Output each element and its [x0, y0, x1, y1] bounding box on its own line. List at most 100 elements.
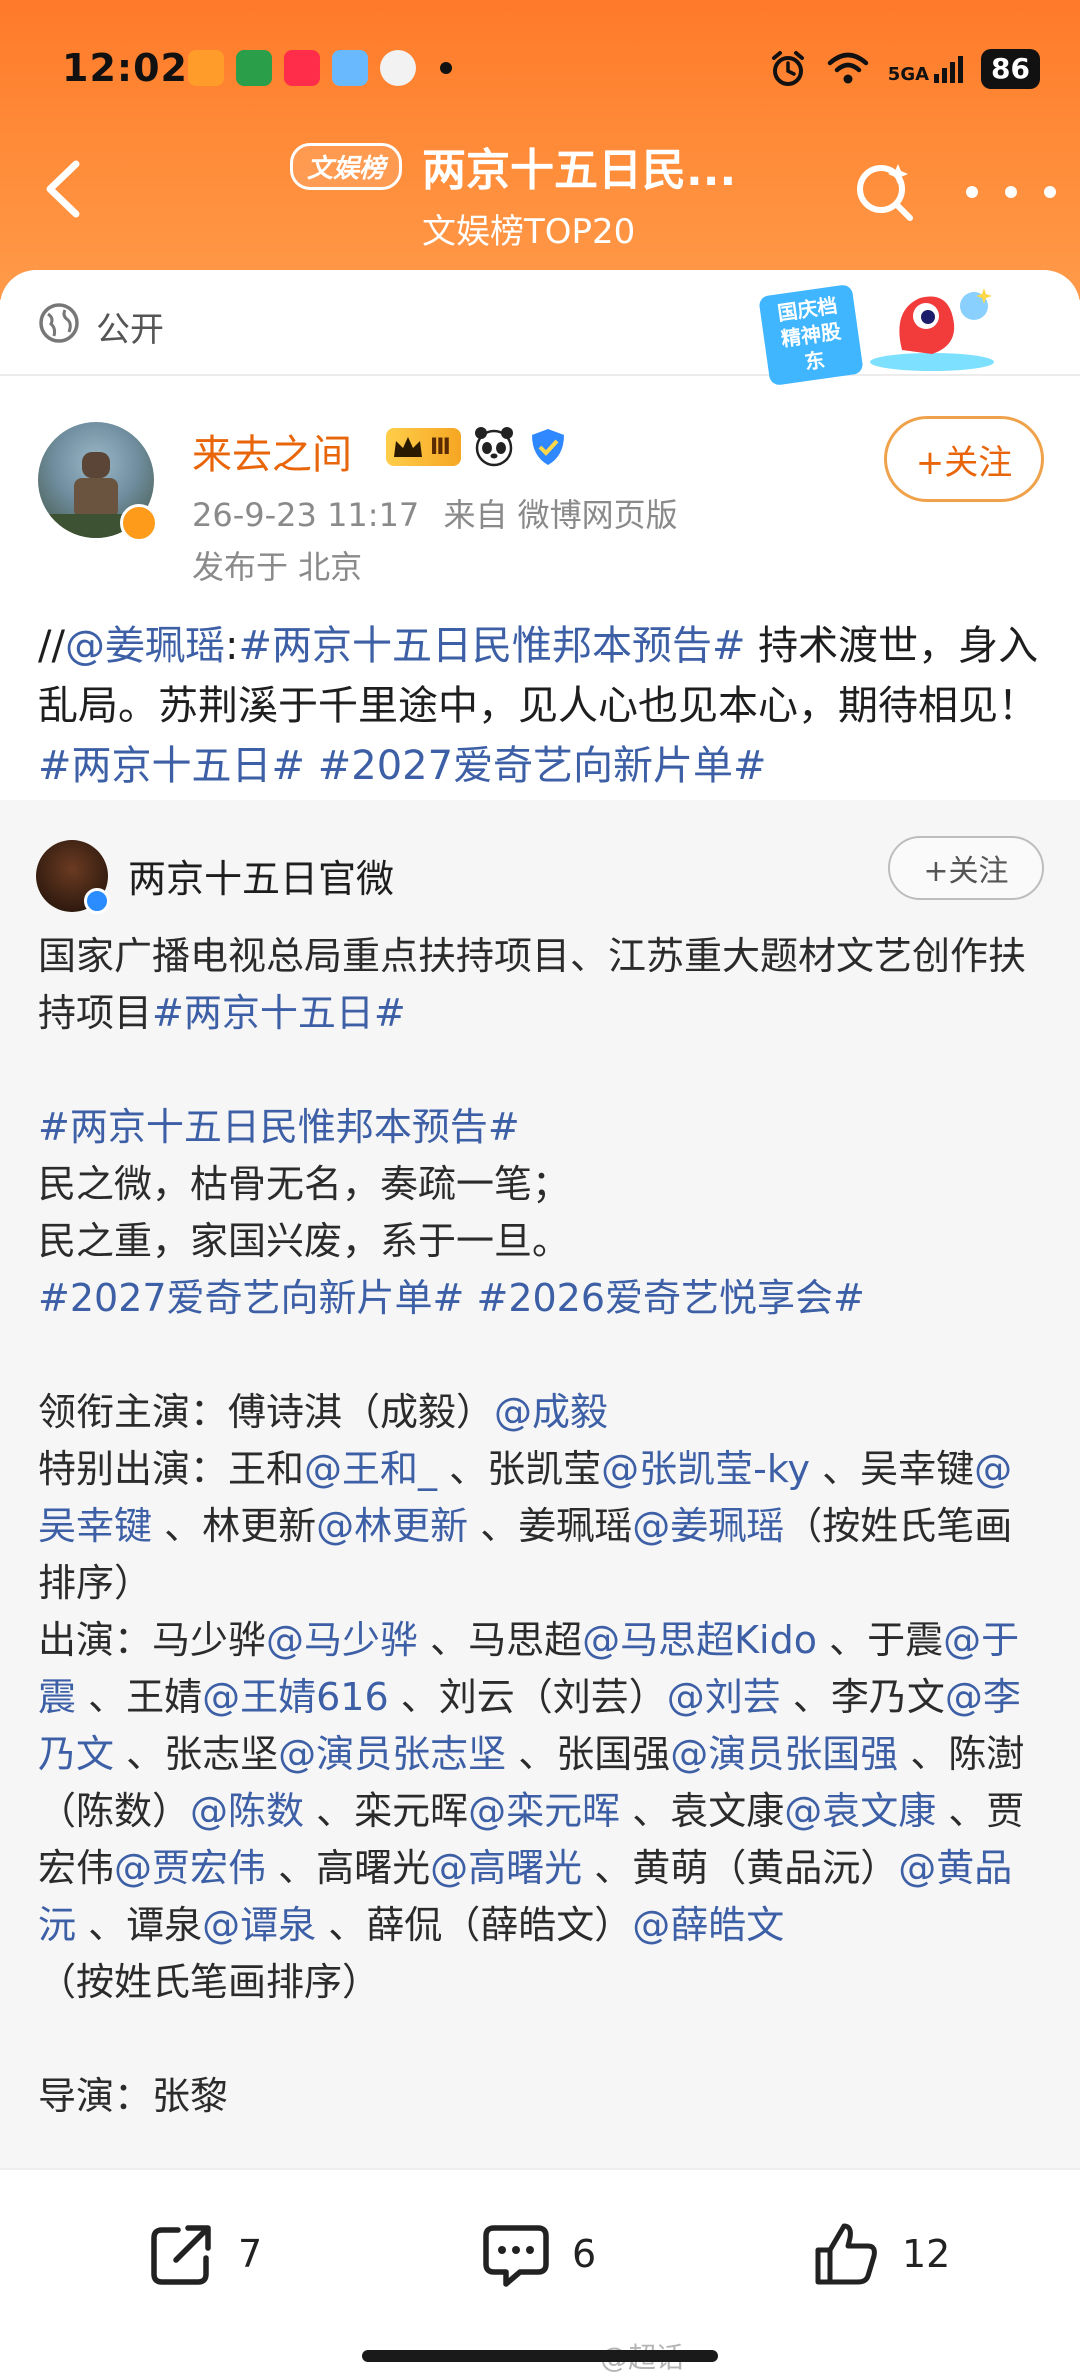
author-name[interactable]: 来去之间 — [192, 422, 352, 480]
post-source: 来自 微博网页版 — [443, 496, 678, 534]
post-time: 26-9-23 11:17 — [192, 496, 420, 534]
mention-link[interactable]: @高曙光 — [430, 1846, 582, 1890]
cast-name: 、马思超 — [418, 1618, 583, 1662]
topic-link[interactable]: #2027爱奇艺向新片单# — [38, 1276, 464, 1320]
lead-cast-label: 领衔主演：傅诗淇（成毅） — [38, 1390, 495, 1434]
mention-link[interactable]: @姜珮瑶 — [632, 1504, 784, 1548]
post-text: //@姜珮瑶:#两京十五日民惟邦本预告# 持术渡世，身入乱局。苏荆溪于千里途中，… — [38, 616, 1048, 796]
repost-button[interactable]: 7 — [146, 2214, 262, 2294]
status-right: 5GA 86 — [768, 44, 1040, 94]
topic-link[interactable]: #2027爱奇艺向新片单# — [318, 743, 767, 789]
cast-name: 、王婧 — [76, 1675, 203, 1719]
cast-name: 、张志坚 — [114, 1732, 279, 1776]
battery-level: 86 — [981, 49, 1040, 89]
banner-text: 国庆档 精神股东 — [758, 283, 864, 387]
cast-name: 、李乃文 — [780, 1675, 945, 1719]
cast-name: 、薛侃（薛皓文） — [316, 1903, 633, 1947]
topic-link[interactable]: #两京十五日# — [152, 991, 406, 1035]
mention-link[interactable]: @演员张国强 — [670, 1732, 898, 1776]
mention-link[interactable]: @姜珮瑶 — [65, 623, 225, 669]
visibility-label: 公开 — [96, 310, 164, 350]
back-arrow-icon[interactable] — [38, 158, 88, 220]
reposted-weibo[interactable]: 两京十五日官微 +关注 国家广播电视总局重点扶持项目、江苏重大题材文艺创作扶持项… — [0, 800, 1080, 2170]
director-label: 导演：张黎 — [38, 2074, 229, 2118]
cast-name: 、林更新 — [152, 1504, 317, 1548]
mention-link[interactable]: @薛皓文 — [632, 1903, 784, 1947]
verified-badge-icon — [120, 504, 158, 542]
original-text: 民之微，枯骨无名，奏疏一笔； — [38, 1162, 571, 1206]
topic-link[interactable]: #2026爱奇艺悦享会# — [476, 1276, 864, 1320]
repost-prefix: // — [38, 623, 65, 669]
mention-link[interactable]: @林更新 — [316, 1504, 468, 1548]
avatar-notification-icon — [380, 50, 416, 86]
author-badges: Ⅲ — [386, 424, 569, 470]
member-level: Ⅲ — [430, 434, 451, 460]
cast-name: 、张凯莹 — [437, 1447, 602, 1491]
original-text: 民之重，家国兴废，系于一旦。 — [38, 1219, 571, 1263]
topic-link[interactable]: #两京十五日民惟邦本预告# — [238, 623, 745, 669]
network-type: 5GA — [887, 64, 930, 85]
header: 12:02 5GA 86 文娱榜 两京十五日民... 文娱榜TOP20 — [0, 0, 1080, 300]
verified-icon — [84, 888, 110, 914]
mention-link[interactable]: @演员张志坚 — [278, 1732, 506, 1776]
xiaohongshu-icon — [284, 50, 320, 86]
post-card: 公开 国庆档 精神股东 来去之间 Ⅲ 26-9-23 11:17 来自 微博网页… — [0, 270, 1080, 2170]
home-indicator[interactable] — [362, 2350, 718, 2362]
app-notification-icon — [188, 50, 224, 86]
mention-link[interactable]: @王婧616 — [202, 1675, 389, 1719]
mention-link[interactable]: @成毅 — [494, 1390, 608, 1434]
cast-name: 、谭泉 — [76, 1903, 203, 1947]
promo-banner[interactable]: 国庆档 精神股东 — [752, 276, 1002, 387]
original-author-name[interactable]: 两京十五日官微 — [128, 848, 394, 903]
cast-name: 、栾元晖 — [304, 1789, 469, 1833]
search-icon[interactable] — [852, 158, 918, 224]
cast-label: 出演：马少骅 — [38, 1618, 267, 1662]
alarm-icon — [771, 51, 804, 86]
cast-name: 、张国强 — [506, 1732, 671, 1776]
cast-name: 、吴幸键 — [809, 1447, 975, 1491]
more-notifications-icon — [440, 62, 452, 74]
weather-icon — [332, 50, 368, 86]
globe-icon — [39, 303, 79, 343]
cast-name: 、袁文康 — [620, 1789, 785, 1833]
mention-link[interactable]: @谭泉 — [202, 1903, 316, 1947]
mention-link[interactable]: @王和_ — [304, 1447, 437, 1491]
page-subtitle[interactable]: 文娱榜TOP20 — [422, 204, 635, 253]
cast-name: 、高曙光 — [266, 1846, 431, 1890]
original-follow-button[interactable]: +关注 — [888, 836, 1044, 900]
panda-icon[interactable] — [471, 424, 517, 470]
mention-link[interactable]: @栾元晖 — [468, 1789, 620, 1833]
like-count: 12 — [902, 2232, 951, 2276]
comment-count: 6 — [572, 2232, 597, 2276]
ranking-tag[interactable]: 文娱榜 — [290, 142, 403, 190]
original-post-text: 国家广播电视总局重点扶持项目、江苏重大题材文艺创作扶持项目#两京十五日# #两京… — [38, 928, 1048, 2125]
action-bar: 7 6 12 @超话 — [0, 2168, 1080, 2378]
topic-link[interactable]: #两京十五日# — [38, 743, 305, 789]
mention-link[interactable]: @陈数 — [190, 1789, 304, 1833]
post-location: 发布于 北京 — [192, 548, 363, 586]
mention-link[interactable]: @马少骅 — [266, 1618, 418, 1662]
topic-link[interactable]: #两京十五日民惟邦本预告# — [38, 1105, 520, 1149]
follow-button[interactable]: +关注 — [884, 416, 1044, 502]
title-row: 文娱榜 两京十五日民... — [290, 136, 736, 196]
wifi-icon — [827, 52, 869, 84]
mention-link[interactable]: @张凯莹-ky — [601, 1447, 810, 1491]
mention-link[interactable]: @袁文康 — [784, 1789, 936, 1833]
member-level-badge[interactable]: Ⅲ — [386, 428, 461, 466]
app-notification-icon — [236, 50, 272, 86]
like-button[interactable]: 12 — [810, 2214, 950, 2294]
shield-badge-icon[interactable] — [527, 426, 569, 468]
visibility-bar: 公开 国庆档 精神股东 — [0, 270, 1080, 387]
mention-link[interactable]: @刘芸 — [667, 1675, 781, 1719]
comment-button[interactable]: 6 — [480, 2214, 596, 2294]
cast-name: 、黄萌（黄品沅） — [582, 1846, 899, 1890]
signal-icon: 5GA — [887, 54, 964, 85]
repost-count: 7 — [238, 2232, 263, 2276]
mascot-icon — [870, 288, 994, 371]
crown-icon — [394, 437, 422, 457]
mention-link[interactable]: @马思超Kido — [582, 1618, 817, 1662]
share-icon — [151, 2225, 211, 2285]
mention-link[interactable]: @贾宏伟 — [114, 1846, 266, 1890]
more-options-icon[interactable] — [966, 172, 1056, 212]
cast-name: 、刘云（刘芸） — [388, 1675, 667, 1719]
